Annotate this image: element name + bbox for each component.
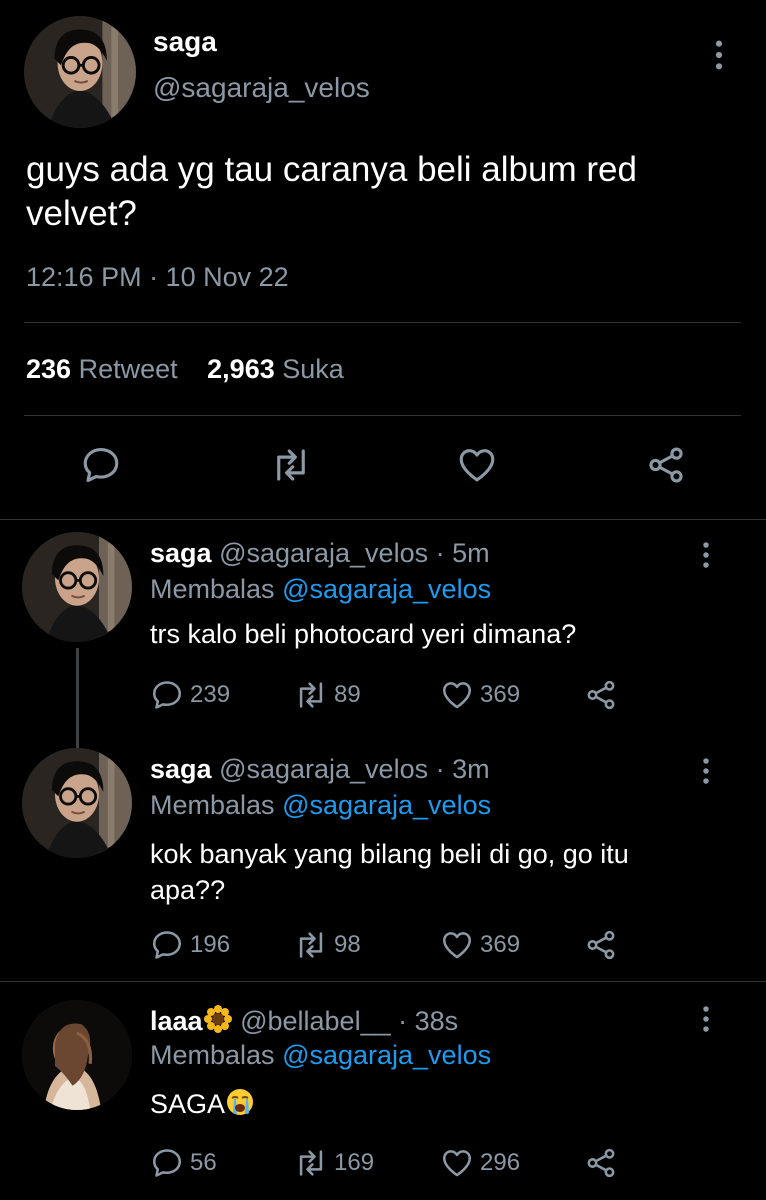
replying-to: Membalas @sagaraja_velos: [150, 790, 491, 821]
reply-time[interactable]: · 38s: [398, 1006, 458, 1036]
tweet-text: guys ada yg tau caranya beli album red v…: [26, 150, 637, 233]
reply-header: laaa @bellabel__ · 38s: [150, 1004, 458, 1037]
share-button[interactable]: [584, 1146, 624, 1180]
retweet-icon: [294, 928, 328, 962]
reply-text: kok banyak yang bilang beli di go, go it…: [150, 839, 629, 905]
share-icon: [584, 928, 618, 962]
retweet-icon: [294, 678, 328, 712]
reply-time[interactable]: · 3m: [436, 754, 490, 784]
like-button[interactable]: 296: [440, 1146, 520, 1180]
reply-tweet[interactable]: saga @sagaraja_velos · 5m Membalas @saga…: [0, 520, 766, 748]
tweet-timestamp[interactable]: 12:16 PM · 10 Nov 22: [26, 262, 289, 293]
like-count[interactable]: 2,963: [207, 354, 275, 384]
like-count: 296: [480, 1149, 521, 1176]
author-name[interactable]: saga: [150, 754, 212, 784]
share-button[interactable]: [584, 928, 624, 962]
reply-button[interactable]: 196: [150, 928, 230, 962]
replying-to-link[interactable]: @sagaraja_velos: [282, 790, 491, 820]
reply-tweet[interactable]: laaa @bellabel__ · 38s Membalas @sagaraj…: [0, 982, 766, 1200]
like-icon: [440, 678, 474, 712]
author-handle[interactable]: @sagaraja_velos: [219, 754, 428, 784]
share-icon: [584, 1146, 618, 1180]
reply-header: saga @sagaraja_velos · 5m: [150, 538, 490, 569]
retweet-button[interactable]: 98: [294, 928, 361, 962]
retweet-button[interactable]: 169: [294, 1146, 374, 1180]
reply-text-wrap: SAGA: [150, 1086, 710, 1122]
more-options-icon[interactable]: [700, 540, 712, 570]
like-label[interactable]: Suka: [282, 354, 344, 384]
retweet-icon[interactable]: [270, 444, 312, 486]
retweet-count: 98: [334, 931, 361, 958]
avatar[interactable]: [22, 748, 132, 858]
more-options-icon[interactable]: [700, 1004, 712, 1034]
retweet-icon: [294, 1146, 328, 1180]
reply-header: saga @sagaraja_velos · 3m: [150, 754, 490, 785]
reply-text: trs kalo beli photocard yeri dimana?: [150, 619, 577, 649]
author-name[interactable]: saga: [153, 26, 217, 58]
author-handle[interactable]: @bellabel__: [240, 1006, 391, 1036]
replying-label: Membalas: [150, 790, 275, 820]
reply-button[interactable]: 56: [150, 1146, 217, 1180]
main-tweet: saga @sagaraja_velos guys ada yg tau car…: [0, 0, 766, 520]
author-handle[interactable]: @sagaraja_velos: [153, 72, 370, 104]
divider: [24, 322, 741, 323]
tweet-stats: 236 Retweet 2,963 Suka: [26, 354, 366, 385]
reply-text: SAGA: [150, 1089, 226, 1119]
more-options-icon[interactable]: [712, 38, 726, 72]
reply-icon: [150, 928, 184, 962]
replying-to: Membalas @sagaraja_velos: [150, 574, 491, 605]
like-icon: [440, 1146, 474, 1180]
replying-to: Membalas @sagaraja_velos: [150, 1040, 491, 1071]
reply-tweet[interactable]: saga @sagaraja_velos · 3m Membalas @saga…: [0, 740, 766, 980]
reply-count: 56: [190, 1149, 217, 1176]
like-icon[interactable]: [456, 444, 498, 486]
retweet-button[interactable]: 89: [294, 678, 361, 712]
reply-icon: [150, 678, 184, 712]
share-button[interactable]: [584, 678, 624, 712]
share-icon[interactable]: [645, 444, 687, 486]
retweet-label[interactable]: Retweet: [79, 354, 178, 384]
reply-icon[interactable]: [80, 444, 122, 486]
reply-count: 196: [190, 931, 231, 958]
replying-label: Membalas: [150, 574, 275, 604]
reply-button[interactable]: 239: [150, 678, 230, 712]
like-button[interactable]: 369: [440, 678, 520, 712]
retweet-count[interactable]: 236: [26, 354, 71, 384]
reply-count: 239: [190, 681, 231, 708]
author-name[interactable]: laaa: [150, 1006, 203, 1036]
retweet-count: 89: [334, 681, 361, 708]
author-name[interactable]: saga: [150, 538, 212, 568]
reply-time[interactable]: · 5m: [436, 538, 490, 568]
like-count: 369: [480, 681, 521, 708]
like-button[interactable]: 369: [440, 928, 520, 962]
avatar[interactable]: [22, 1000, 132, 1110]
crying-face-icon: [225, 1087, 255, 1117]
like-count: 369: [480, 931, 521, 958]
sunflower-icon: [203, 1004, 233, 1034]
avatar[interactable]: [24, 16, 136, 128]
share-icon: [584, 678, 618, 712]
reply-icon: [150, 1146, 184, 1180]
avatar[interactable]: [22, 532, 132, 642]
replying-to-link[interactable]: @sagaraja_velos: [282, 574, 491, 604]
retweet-count: 169: [334, 1149, 375, 1176]
thread-line: [76, 648, 79, 748]
author-handle[interactable]: @sagaraja_velos: [219, 538, 428, 568]
replying-to-link[interactable]: @sagaraja_velos: [282, 1040, 491, 1070]
more-options-icon[interactable]: [700, 756, 712, 786]
divider: [24, 415, 741, 416]
like-icon: [440, 928, 474, 962]
replying-label: Membalas: [150, 1040, 275, 1070]
